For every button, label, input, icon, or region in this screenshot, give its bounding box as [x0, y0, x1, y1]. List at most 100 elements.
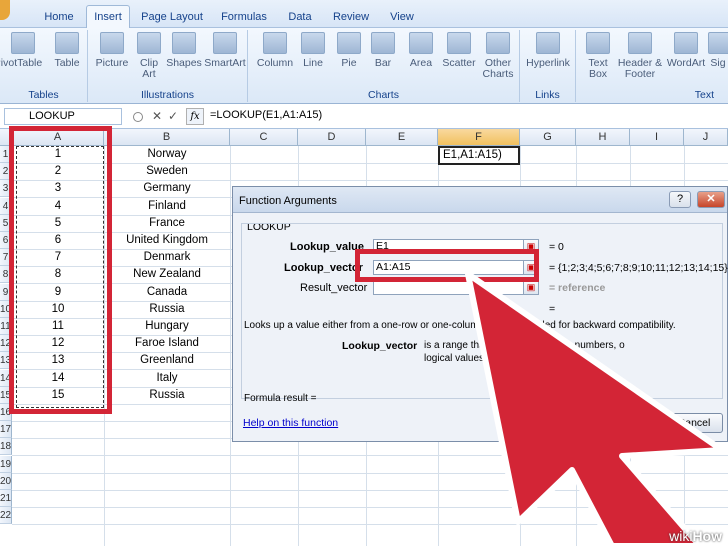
pivottable-label: PivotTable — [0, 57, 43, 69]
highlight-column-a — [9, 126, 112, 414]
column-header-b[interactable]: B — [104, 129, 230, 146]
column-header-j[interactable]: J — [684, 129, 728, 146]
table-button[interactable]: Table — [50, 32, 84, 69]
enter-icon[interactable]: ✓ — [168, 109, 178, 123]
other-charts-button[interactable]: Other Charts — [480, 32, 516, 80]
shapes-icon — [172, 32, 196, 54]
tab-page-layout[interactable]: Page Layout — [138, 6, 206, 28]
picture-button[interactable]: Picture — [94, 32, 130, 69]
highlight-lookup-vector — [355, 249, 539, 282]
cell-b[interactable]: Denmark — [104, 249, 230, 266]
column-header-e[interactable]: E — [366, 129, 438, 146]
formula-result-label: Formula result = — [244, 393, 317, 404]
tab-insert[interactable]: Insert — [86, 5, 130, 29]
signature-label: Sig — [710, 57, 726, 69]
column-header-i[interactable]: I — [630, 129, 684, 146]
ok-button[interactable]: OK — [597, 413, 657, 433]
area-chart-button[interactable]: Area — [404, 32, 438, 69]
row-header[interactable]: 21 — [0, 490, 12, 507]
cancel-button[interactable]: Cancel — [665, 413, 723, 433]
cell-b[interactable]: Sweden — [104, 163, 230, 180]
bar-chart-button[interactable]: Bar — [368, 32, 398, 69]
cell-b[interactable]: United Kingdom — [104, 232, 230, 249]
pie-label: Pie — [341, 57, 357, 69]
function-description: Looks up a value either from a one-row o… — [244, 320, 676, 331]
row-header[interactable]: 17 — [0, 421, 12, 439]
close-icon[interactable]: ✕ — [697, 191, 725, 208]
row-header[interactable]: 22 — [0, 507, 12, 525]
cell-b[interactable]: Russia — [104, 387, 230, 404]
cell-b[interactable]: Norway — [104, 146, 230, 163]
name-box-dropdown-icon[interactable] — [133, 112, 143, 122]
column-header-g[interactable]: G — [520, 129, 576, 146]
help-link[interactable]: Help on this function — [243, 417, 338, 429]
arg-label-lookup-vector: Lookup_vector — [284, 262, 363, 274]
line-label: Line — [303, 57, 323, 69]
tab-data[interactable]: Data — [282, 6, 318, 28]
row-header[interactable]: 18 — [0, 438, 12, 456]
cell-b[interactable]: Italy — [104, 370, 230, 387]
tab-home[interactable]: Home — [38, 6, 80, 28]
office-button[interactable] — [0, 0, 10, 20]
pie-chart-icon — [337, 32, 361, 54]
group-illustrations: Picture Clip Art Shapes SmartArt Illustr… — [88, 30, 248, 102]
help-icon[interactable]: ? — [669, 191, 691, 208]
arg-label-result-vector: Result_vector — [300, 282, 368, 294]
formula-input[interactable]: =LOOKUP(E1,A1:A15) — [210, 109, 322, 121]
cell-b[interactable]: France — [104, 215, 230, 232]
cell-b[interactable]: Canada — [104, 284, 230, 301]
hyperlink-button[interactable]: Hyperlink — [522, 32, 574, 69]
smartart-label: SmartArt — [204, 57, 246, 69]
column-header-d[interactable]: D — [298, 129, 366, 146]
signature-icon — [708, 32, 728, 54]
signature-button[interactable]: Sig — [708, 32, 728, 69]
pivottable-button[interactable]: PivotTable — [0, 32, 46, 69]
smartart-icon — [213, 32, 237, 54]
hyperlink-label: Hyperlink — [526, 57, 570, 69]
cell-b[interactable]: Greenland — [104, 352, 230, 369]
clip-art-button[interactable]: Clip Art — [134, 32, 164, 80]
smartart-button[interactable]: SmartArt — [202, 32, 248, 69]
bar-label: Bar — [374, 57, 392, 69]
picture-icon — [100, 32, 124, 54]
tab-formulas[interactable]: Formulas — [216, 6, 272, 28]
column-header-f[interactable]: F — [438, 129, 520, 146]
column-header-h[interactable]: H — [576, 129, 630, 146]
group-label-text: Text — [694, 89, 714, 101]
collapse-dialog-icon[interactable]: ▣ — [523, 280, 539, 295]
header-footer-icon — [628, 32, 652, 54]
cell-b[interactable]: Germany — [104, 180, 230, 197]
tab-view[interactable]: View — [382, 6, 422, 28]
wordart-button[interactable]: WordArt — [664, 32, 708, 69]
result-vector-input[interactable] — [373, 280, 539, 295]
name-box[interactable]: LOOKUP — [4, 108, 122, 125]
cell-b[interactable]: Russia — [104, 301, 230, 318]
scatter-chart-button[interactable]: Scatter — [438, 32, 480, 69]
shapes-label: Shapes — [166, 57, 202, 69]
arg-description-text: is a range tha...ne column of text, numb… — [424, 340, 625, 351]
column-label: Column — [256, 57, 294, 69]
row-header[interactable]: 19 — [0, 455, 12, 473]
tab-review[interactable]: Review — [328, 6, 374, 28]
column-chart-button[interactable]: Column — [254, 32, 296, 69]
line-chart-button[interactable]: Line — [296, 32, 330, 69]
shapes-button[interactable]: Shapes — [166, 32, 202, 69]
clip-art-icon — [137, 32, 161, 54]
active-cell-f1[interactable]: E1,A1:A15) — [438, 146, 520, 165]
wordart-label: WordArt — [666, 57, 706, 69]
table-label: Table — [54, 57, 80, 69]
other-charts-label: Other Charts — [482, 57, 514, 80]
text-box-button[interactable]: Text Box — [580, 32, 616, 80]
cell-b[interactable]: Hungary — [104, 318, 230, 335]
cancel-icon[interactable]: ✕ — [152, 109, 162, 123]
row-header[interactable]: 20 — [0, 472, 12, 490]
dialog-title: Function Arguments — [233, 187, 727, 213]
cell-b[interactable]: Faroe Island — [104, 335, 230, 352]
arg-result-lookup-vector: = {1;2;3;4;5;6;7;8;9;10;11;12;13;14;15} — [549, 262, 728, 274]
insert-function-button[interactable]: fx — [186, 108, 204, 125]
cell-b[interactable]: Finland — [104, 198, 230, 215]
header-footer-button[interactable]: Header & Footer — [616, 32, 664, 80]
column-header-c[interactable]: C — [230, 129, 298, 146]
pie-chart-button[interactable]: Pie — [334, 32, 364, 69]
cell-b[interactable]: New Zealand — [104, 266, 230, 283]
